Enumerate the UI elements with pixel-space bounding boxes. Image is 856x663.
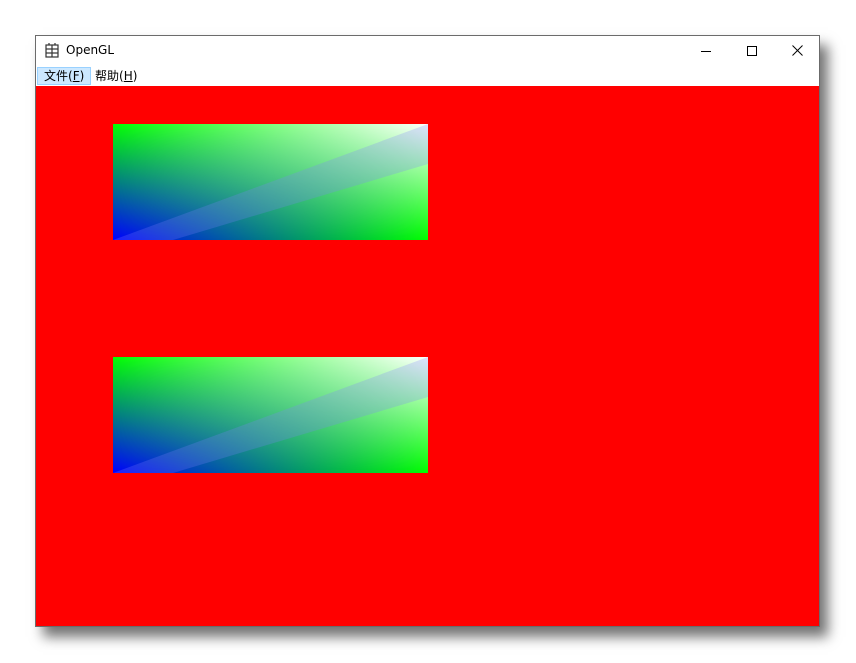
opengl-window: OpenGL 文件(F) 帮助(H) bbox=[35, 35, 820, 627]
menu-help-label: 帮助( bbox=[95, 69, 124, 83]
maximize-button[interactable] bbox=[729, 36, 775, 65]
minimize-icon bbox=[701, 50, 711, 52]
window-title: OpenGL bbox=[66, 43, 115, 57]
maximize-icon bbox=[747, 45, 757, 56]
opengl-canvas[interactable] bbox=[36, 86, 819, 626]
menu-bar: 文件(F) 帮助(H) bbox=[36, 66, 819, 86]
menu-file-label: 文件( bbox=[44, 69, 73, 83]
gradient-quad-2 bbox=[113, 357, 428, 473]
gradient-quad-1 bbox=[113, 124, 428, 240]
gradient-quad-2-fill bbox=[113, 357, 428, 473]
menu-file-mnemonic: F bbox=[72, 69, 80, 83]
menu-help[interactable]: 帮助(H) bbox=[89, 67, 143, 85]
close-button[interactable] bbox=[774, 36, 820, 65]
menu-file[interactable]: 文件(F) bbox=[37, 67, 92, 85]
menu-file-suffix: ) bbox=[79, 69, 85, 83]
window-app-icon bbox=[45, 43, 59, 58]
menu-help-mnemonic: H bbox=[123, 69, 133, 83]
title-bar[interactable]: OpenGL bbox=[36, 36, 819, 66]
minimize-button[interactable] bbox=[683, 36, 729, 65]
close-icon bbox=[791, 45, 803, 56]
menu-help-suffix: ) bbox=[132, 69, 138, 83]
gradient-quad-1-fill bbox=[113, 124, 428, 240]
